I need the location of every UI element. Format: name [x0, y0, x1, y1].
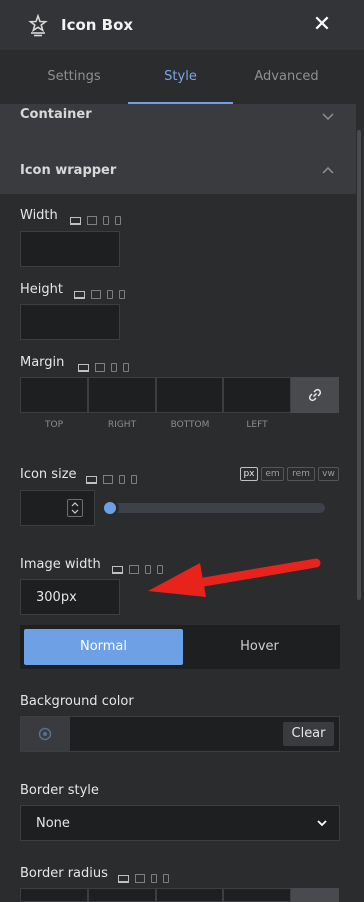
margin-left-input[interactable] [223, 377, 291, 413]
chevron-up-icon[interactable] [320, 163, 336, 179]
mobile-small-icon[interactable] [131, 475, 137, 484]
palette-icon [38, 727, 52, 741]
responsive-devices [70, 210, 127, 225]
radius-bottom-input[interactable] [156, 888, 223, 902]
margin-top-input[interactable] [20, 377, 88, 413]
border-style-select[interactable]: None [20, 805, 340, 841]
mobile-icon[interactable] [111, 363, 117, 372]
number-stepper[interactable] [67, 499, 83, 517]
tablet-icon[interactable] [129, 565, 139, 574]
mobile-icon[interactable] [103, 216, 109, 225]
icon-size-label: Icon size [20, 467, 77, 482]
radius-top-input[interactable] [20, 888, 88, 902]
tablet-icon[interactable] [87, 216, 97, 225]
tablet-icon[interactable] [95, 363, 105, 372]
clear-color-button[interactable]: Clear [283, 722, 334, 746]
unit-em[interactable]: em [261, 467, 284, 481]
chevron-down-icon [317, 820, 327, 827]
background-color-label: Background color [20, 694, 134, 709]
border-style-label: Border style [20, 783, 99, 798]
desktop-icon[interactable] [70, 216, 81, 225]
background-color-field[interactable]: Clear [20, 716, 340, 752]
responsive-devices [78, 357, 135, 372]
scrollbar[interactable] [357, 130, 361, 600]
mobile-small-icon[interactable] [115, 216, 121, 225]
state-toggle: Normal Hover [20, 625, 340, 669]
tab-settings[interactable]: Settings [22, 50, 126, 104]
margin-caption-top: TOP [44, 420, 63, 430]
height-input[interactable] [20, 304, 120, 340]
unit-px[interactable]: px [240, 467, 258, 481]
responsive-devices [86, 469, 143, 484]
tablet-icon[interactable] [103, 475, 113, 484]
radius-left-input[interactable] [223, 888, 291, 902]
mobile-small-icon[interactable] [163, 874, 169, 883]
responsive-devices [118, 868, 175, 883]
tablet-icon[interactable] [91, 290, 101, 299]
margin-label: Margin [20, 355, 65, 370]
margin-caption-right: RIGHT [107, 420, 137, 430]
panel-header: Icon Box ✕ [0, 0, 364, 50]
section-icon-wrapper[interactable]: Icon wrapper [0, 148, 356, 194]
section-icon-wrapper-label: Icon wrapper [20, 163, 117, 178]
desktop-icon[interactable] [74, 290, 85, 299]
link-icon [308, 388, 322, 402]
normal-state-button[interactable]: Normal [24, 629, 183, 665]
margin-caption-left: LEFT [246, 420, 268, 430]
responsive-devices [74, 284, 131, 299]
mobile-icon[interactable] [107, 290, 113, 299]
desktop-icon[interactable] [86, 475, 97, 484]
unit-vw[interactable]: vw [318, 467, 339, 481]
desktop-icon[interactable] [78, 363, 89, 372]
height-label: Height [20, 282, 63, 297]
desktop-icon[interactable] [118, 874, 129, 883]
tab-advanced[interactable]: Advanced [234, 50, 339, 104]
desktop-icon[interactable] [112, 565, 123, 574]
border-style-value: None [36, 816, 70, 831]
width-label: Width [20, 208, 58, 223]
mobile-small-icon[interactable] [119, 290, 125, 299]
width-input[interactable] [20, 231, 120, 267]
section-container-label: Container [20, 107, 92, 122]
panel-title: Icon Box [61, 16, 134, 34]
mobile-small-icon[interactable] [123, 363, 129, 372]
mobile-icon[interactable] [151, 874, 157, 883]
stepper-arrows-icon [71, 502, 79, 514]
radius-link-button[interactable] [291, 888, 339, 902]
icon-size-slider-handle[interactable] [101, 499, 119, 517]
tab-style[interactable]: Style [128, 50, 233, 104]
icon-size-input[interactable] [20, 490, 95, 526]
border-radius-label: Border radius [20, 866, 108, 881]
tablet-icon[interactable] [135, 874, 145, 883]
chevron-down-icon[interactable] [320, 108, 336, 124]
annotation-arrow [148, 558, 321, 597]
radius-right-input[interactable] [88, 888, 156, 902]
star-badge-icon [28, 13, 48, 37]
icon-size-slider-track[interactable] [103, 503, 325, 513]
margin-caption-bottom: BOTTOM [170, 420, 210, 430]
margin-link-button[interactable] [291, 377, 339, 413]
close-icon[interactable]: ✕ [312, 13, 332, 37]
unit-rem[interactable]: rem [287, 467, 315, 481]
mobile-icon[interactable] [119, 475, 125, 484]
margin-bottom-input[interactable] [156, 377, 223, 413]
margin-right-input[interactable] [88, 377, 156, 413]
image-width-input[interactable]: 300px [20, 579, 120, 615]
section-container[interactable]: Container [0, 104, 356, 148]
color-swatch[interactable] [21, 717, 70, 751]
hover-state-button[interactable]: Hover [183, 629, 336, 665]
tab-bar: Settings Style Advanced [0, 50, 364, 104]
image-width-label: Image width [20, 557, 101, 572]
